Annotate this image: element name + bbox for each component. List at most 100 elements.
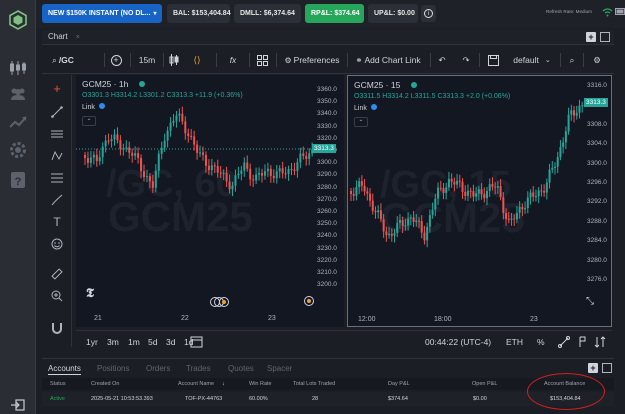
add-symbol-button[interactable]: + xyxy=(108,52,124,68)
column-header[interactable]: Day P&L xyxy=(388,381,410,387)
pattern-icon[interactable] xyxy=(50,149,64,163)
collapse-legend-button[interactable]: ⌃ xyxy=(354,117,368,127)
tab-positions[interactable]: Positions xyxy=(97,364,129,373)
go-to-realtime-icon[interactable]: ⤡ xyxy=(586,296,594,307)
users-icon[interactable] xyxy=(8,84,28,104)
price-tick: 3320.0 xyxy=(317,134,337,142)
column-header[interactable]: Total Lots Traded xyxy=(293,381,335,387)
symbol-search[interactable]: ⌕ /GC xyxy=(46,52,80,68)
close-icon[interactable]: × xyxy=(76,34,80,41)
candle-body xyxy=(263,171,266,176)
candle-body xyxy=(92,154,95,158)
gear-icon[interactable] xyxy=(8,140,28,160)
help-icon[interactable]: ? xyxy=(8,170,28,190)
candle-body xyxy=(293,169,296,171)
add-panel-button[interactable]: + xyxy=(586,32,596,42)
candle-body xyxy=(219,172,222,174)
layout-grid-icon[interactable] xyxy=(255,52,269,68)
info-button[interactable]: i xyxy=(421,5,436,22)
candlestick-chart-icon[interactable] xyxy=(8,58,28,78)
auto-scale-icon[interactable] xyxy=(577,336,587,350)
tab-trades[interactable]: Trades xyxy=(186,364,211,373)
candle-body xyxy=(287,169,290,174)
range-button-1yr[interactable]: 1yr xyxy=(86,337,98,347)
zoom-icon[interactable]: ⌕ xyxy=(565,52,579,68)
bar-style-icon[interactable] xyxy=(167,52,181,68)
range-button-1m[interactable]: 1m xyxy=(128,337,140,347)
undo-icon[interactable]: ↶ xyxy=(436,52,448,68)
column-header[interactable]: Account Name xyxy=(178,381,214,387)
column-header[interactable]: Open P&L xyxy=(472,381,497,387)
settings-gear-icon[interactable]: ⚙ xyxy=(590,52,604,68)
divider xyxy=(347,53,348,67)
sort-icon[interactable] xyxy=(594,336,606,350)
candle-body xyxy=(382,219,385,232)
candle-body xyxy=(502,197,505,213)
trend-line-icon[interactable] xyxy=(50,105,64,119)
logo-icon[interactable] xyxy=(8,10,28,30)
tab-quotes[interactable]: Quotes xyxy=(228,364,254,373)
add-chart-link-button[interactable]: ⚭ Add Chart Link xyxy=(352,52,424,68)
horizontal-lines-icon[interactable] xyxy=(50,127,64,141)
tab-accounts[interactable]: Accounts xyxy=(48,364,81,375)
tab-chart[interactable]: Chart × xyxy=(48,32,80,41)
unrealized-pl-badge: UP&L: $0.00 xyxy=(368,4,418,23)
range-button-5d[interactable]: 5d xyxy=(148,337,157,347)
magnet-icon[interactable] xyxy=(50,321,64,335)
logout-icon[interactable] xyxy=(10,398,26,412)
range-button-3d[interactable]: 3d xyxy=(166,337,175,347)
range-button-3m[interactable]: 3m xyxy=(107,337,119,347)
maximize-icon[interactable] xyxy=(602,363,612,373)
link-indicator[interactable]: Link xyxy=(82,103,105,111)
chart-pane-15m[interactable]: /GC, 15 GCM25 GCM25 · 15 O3311.5 H3314.2… xyxy=(347,75,612,327)
compare-icon[interactable]: ⟨⟩ xyxy=(190,52,204,68)
column-header[interactable]: Status xyxy=(50,381,66,387)
text-icon[interactable]: T xyxy=(50,215,64,229)
replay-icon[interactable] xyxy=(210,295,230,307)
session-toggle[interactable]: ETH xyxy=(506,337,523,347)
indicators-button[interactable]: fx xyxy=(225,52,241,68)
divider xyxy=(276,53,277,67)
layout-dropdown[interactable]: default ⌄ xyxy=(508,52,556,68)
trend-icon[interactable] xyxy=(8,112,28,132)
link-indicator[interactable]: Link xyxy=(354,104,377,112)
interval-selector[interactable]: 15m xyxy=(135,52,159,68)
crosshair-icon[interactable]: + xyxy=(50,81,64,96)
candle-body xyxy=(415,220,418,222)
tab-spacer[interactable]: Spacer xyxy=(267,364,292,373)
column-header[interactable]: Win Rate xyxy=(249,381,272,387)
price-tick: 3304.0 xyxy=(587,140,607,148)
candle-body xyxy=(540,190,543,192)
fib-icon[interactable] xyxy=(50,171,64,185)
collapse-legend-button[interactable]: ⌃ xyxy=(82,116,96,126)
redo-icon[interactable]: ↷ xyxy=(460,52,472,68)
sort-arrow-icon[interactable]: ↓ xyxy=(222,381,225,387)
link-icon: ⚭ xyxy=(355,54,363,65)
tab-orders[interactable]: Orders xyxy=(146,364,170,373)
wifi-icon xyxy=(602,8,613,17)
ruler-icon[interactable] xyxy=(50,267,64,281)
add-panel-button[interactable]: + xyxy=(588,363,598,373)
candle-body xyxy=(207,165,210,171)
candle-body xyxy=(480,189,483,195)
log-scale-icon[interactable] xyxy=(558,336,570,350)
go-to-realtime-icon[interactable] xyxy=(304,296,314,306)
maximize-icon[interactable] xyxy=(600,32,610,42)
save-icon[interactable] xyxy=(486,52,500,68)
chart-pane-1h[interactable]: /GC, 60 GCM25 GCM25 · 1h O3301.3 H3314.2… xyxy=(76,75,344,327)
candle-body xyxy=(199,152,202,154)
candle-body xyxy=(101,146,104,158)
candle-body xyxy=(548,169,551,183)
brush-icon[interactable] xyxy=(50,193,64,207)
date-range-icon[interactable] xyxy=(190,335,203,350)
candle-body xyxy=(404,225,407,227)
column-header[interactable]: Created On xyxy=(91,381,119,387)
account-dropdown-label: NEW $150K INSTANT (NO DL... xyxy=(48,10,151,17)
zoom-in-icon[interactable] xyxy=(50,289,64,303)
candle-body xyxy=(296,162,299,171)
preferences-button[interactable]: ⚙ Preferences xyxy=(282,52,342,68)
account-dropdown[interactable]: NEW $150K INSTANT (NO DL... ▾ xyxy=(42,4,162,23)
percent-toggle[interactable]: % xyxy=(537,337,545,347)
chevron-down-icon: ⌄ xyxy=(544,57,551,64)
emoji-icon[interactable] xyxy=(50,237,64,251)
